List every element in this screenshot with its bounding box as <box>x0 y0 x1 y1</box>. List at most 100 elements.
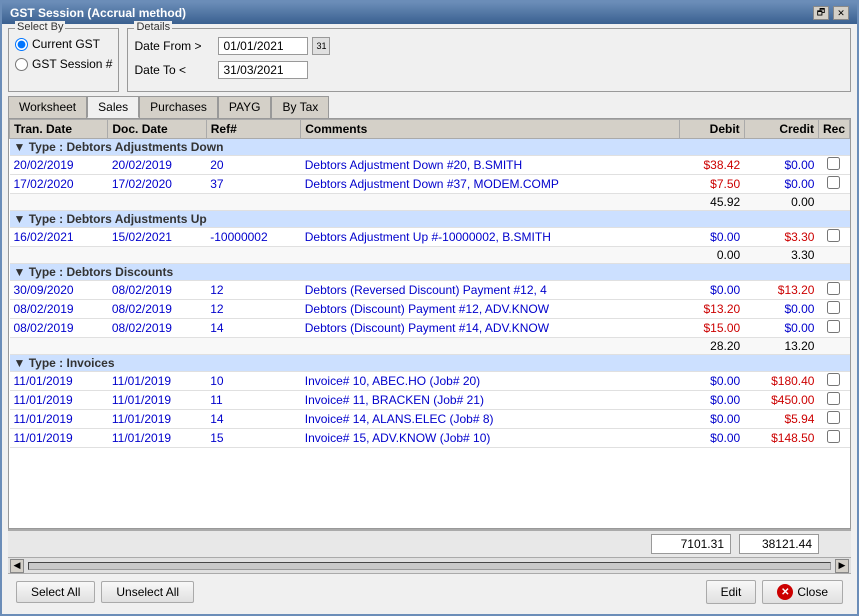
table-row[interactable]: 17/02/2020 17/02/2020 37 Debtors Adjustm… <box>10 175 850 194</box>
doc-date: 11/01/2019 <box>108 410 206 429</box>
tab-worksheet[interactable]: Worksheet <box>8 96 87 118</box>
tab-purchases[interactable]: Purchases <box>139 96 218 118</box>
close-button[interactable]: ✕ Close <box>762 580 843 604</box>
comments: Debtors (Discount) Payment #12, ADV.KNOW <box>301 300 680 319</box>
rec-checkbox[interactable] <box>818 156 849 175</box>
scroll-left-button[interactable]: ◀ <box>10 559 24 573</box>
select-all-button[interactable]: Select All <box>16 581 95 603</box>
table-row[interactable]: 16/02/2021 15/02/2021 -10000002 Debtors … <box>10 228 850 247</box>
col-debit: Debit <box>680 120 745 139</box>
titlebar: GST Session (Accrual method) 🗗 ✕ <box>2 2 857 24</box>
tran-date: 11/01/2019 <box>10 391 108 410</box>
section-header-invoices: ▼ Type : Invoices <box>10 355 850 372</box>
credit: $3.30 <box>744 228 818 247</box>
ref: 10 <box>206 372 301 391</box>
tab-payg[interactable]: PAYG <box>218 96 272 118</box>
table-row[interactable]: 11/01/2019 11/01/2019 11 Invoice# 11, BR… <box>10 391 850 410</box>
subtotal-debit: 28.20 <box>680 338 745 355</box>
rec-checkbox[interactable] <box>818 228 849 247</box>
debit: $38.42 <box>680 156 745 175</box>
section-header-discounts: ▼ Type : Debtors Discounts <box>10 264 850 281</box>
tran-date: 20/02/2019 <box>10 156 108 175</box>
calendar-from-button[interactable]: 31 <box>312 37 330 55</box>
date-from-row: Date From > 31 <box>134 37 844 55</box>
subtotal-debit: 45.92 <box>680 194 745 211</box>
table-row[interactable]: 30/09/2020 08/02/2019 12 Debtors (Revers… <box>10 281 850 300</box>
total-credit: 38121.44 <box>739 534 819 554</box>
total-debit: 7101.31 <box>651 534 731 554</box>
subtotal-credit: 3.30 <box>744 247 818 264</box>
gst-session-label: GST Session # <box>32 57 112 71</box>
main-content: Select By Current GST GST Session # Deta… <box>2 24 857 614</box>
ref: 12 <box>206 300 301 319</box>
close-window-button[interactable]: ✕ <box>833 6 849 20</box>
unselect-all-button[interactable]: Unselect All <box>101 581 194 603</box>
tran-date: 11/01/2019 <box>10 429 108 448</box>
debit: $15.00 <box>680 319 745 338</box>
data-table-container[interactable]: Tran. Date Doc. Date Ref# Comments Debit… <box>8 118 851 529</box>
tran-date: 16/02/2021 <box>10 228 108 247</box>
table-row[interactable]: 20/02/2019 20/02/2019 20 Debtors Adjustm… <box>10 156 850 175</box>
gst-session-radio[interactable] <box>15 58 28 71</box>
ref: 20 <box>206 156 301 175</box>
debit: $0.00 <box>680 391 745 410</box>
tab-by-tax[interactable]: By Tax <box>271 96 329 118</box>
comments: Debtors Adjustment Up #-10000002, B.SMIT… <box>301 228 680 247</box>
scroll-track[interactable] <box>28 562 831 570</box>
comments: Invoice# 15, ADV.KNOW (Job# 10) <box>301 429 680 448</box>
table-row[interactable]: 11/01/2019 11/01/2019 14 Invoice# 14, AL… <box>10 410 850 429</box>
subtotal-rec <box>818 338 849 355</box>
date-to-label: Date To < <box>134 63 214 77</box>
ref: 11 <box>206 391 301 410</box>
doc-date: 11/01/2019 <box>108 372 206 391</box>
bottom-bar: Select All Unselect All Edit ✕ Close <box>8 573 851 610</box>
rec-checkbox[interactable] <box>818 372 849 391</box>
scroll-right-button[interactable]: ▶ <box>835 559 849 573</box>
section-label-discounts: ▼ Type : Debtors Discounts <box>10 264 850 281</box>
details-label: Details <box>134 21 172 33</box>
doc-date: 15/02/2021 <box>108 228 206 247</box>
doc-date: 08/02/2019 <box>108 300 206 319</box>
rec-checkbox[interactable] <box>818 319 849 338</box>
rec-checkbox[interactable] <box>818 410 849 429</box>
date-from-input[interactable] <box>218 37 308 55</box>
debit: $7.50 <box>680 175 745 194</box>
table-row[interactable]: 11/01/2019 11/01/2019 10 Invoice# 10, AB… <box>10 372 850 391</box>
credit: $0.00 <box>744 156 818 175</box>
rec-checkbox[interactable] <box>818 391 849 410</box>
tab-sales[interactable]: Sales <box>87 96 139 118</box>
gst-session-row[interactable]: GST Session # <box>15 57 112 71</box>
credit: $148.50 <box>744 429 818 448</box>
restore-button[interactable]: 🗗 <box>813 6 829 20</box>
current-gst-row[interactable]: Current GST <box>15 37 112 51</box>
tran-date: 17/02/2020 <box>10 175 108 194</box>
table-body: ▼ Type : Debtors Adjustments Down 20/02/… <box>10 139 850 448</box>
table-row[interactable]: 08/02/2019 08/02/2019 12 Debtors (Discou… <box>10 300 850 319</box>
doc-date: 11/01/2019 <box>108 429 206 448</box>
top-panels: Select By Current GST GST Session # Deta… <box>8 28 851 92</box>
date-to-input[interactable] <box>218 61 308 79</box>
credit: $13.20 <box>744 281 818 300</box>
subtotal-row: 45.92 0.00 <box>10 194 850 211</box>
debit: $0.00 <box>680 429 745 448</box>
rec-checkbox[interactable] <box>818 281 849 300</box>
tran-date: 11/01/2019 <box>10 372 108 391</box>
rec-checkbox[interactable] <box>818 300 849 319</box>
credit: $0.00 <box>744 175 818 194</box>
date-from-label: Date From > <box>134 39 214 53</box>
table-row[interactable]: 11/01/2019 11/01/2019 15 Invoice# 15, AD… <box>10 429 850 448</box>
rec-checkbox[interactable] <box>818 429 849 448</box>
credit: $180.40 <box>744 372 818 391</box>
doc-date: 08/02/2019 <box>108 319 206 338</box>
rec-checkbox[interactable] <box>818 175 849 194</box>
col-ref: Ref# <box>206 120 301 139</box>
subtotal-row: 28.20 13.20 <box>10 338 850 355</box>
subtotal-spacer <box>10 247 680 264</box>
subtotal-row: 0.00 3.30 <box>10 247 850 264</box>
edit-button[interactable]: Edit <box>706 580 757 604</box>
horizontal-scrollbar[interactable]: ◀ ▶ <box>8 557 851 573</box>
table-row[interactable]: 08/02/2019 08/02/2019 14 Debtors (Discou… <box>10 319 850 338</box>
section-label-adjustments-down: ▼ Type : Debtors Adjustments Down <box>10 139 850 156</box>
current-gst-label: Current GST <box>32 37 100 51</box>
current-gst-radio[interactable] <box>15 38 28 51</box>
